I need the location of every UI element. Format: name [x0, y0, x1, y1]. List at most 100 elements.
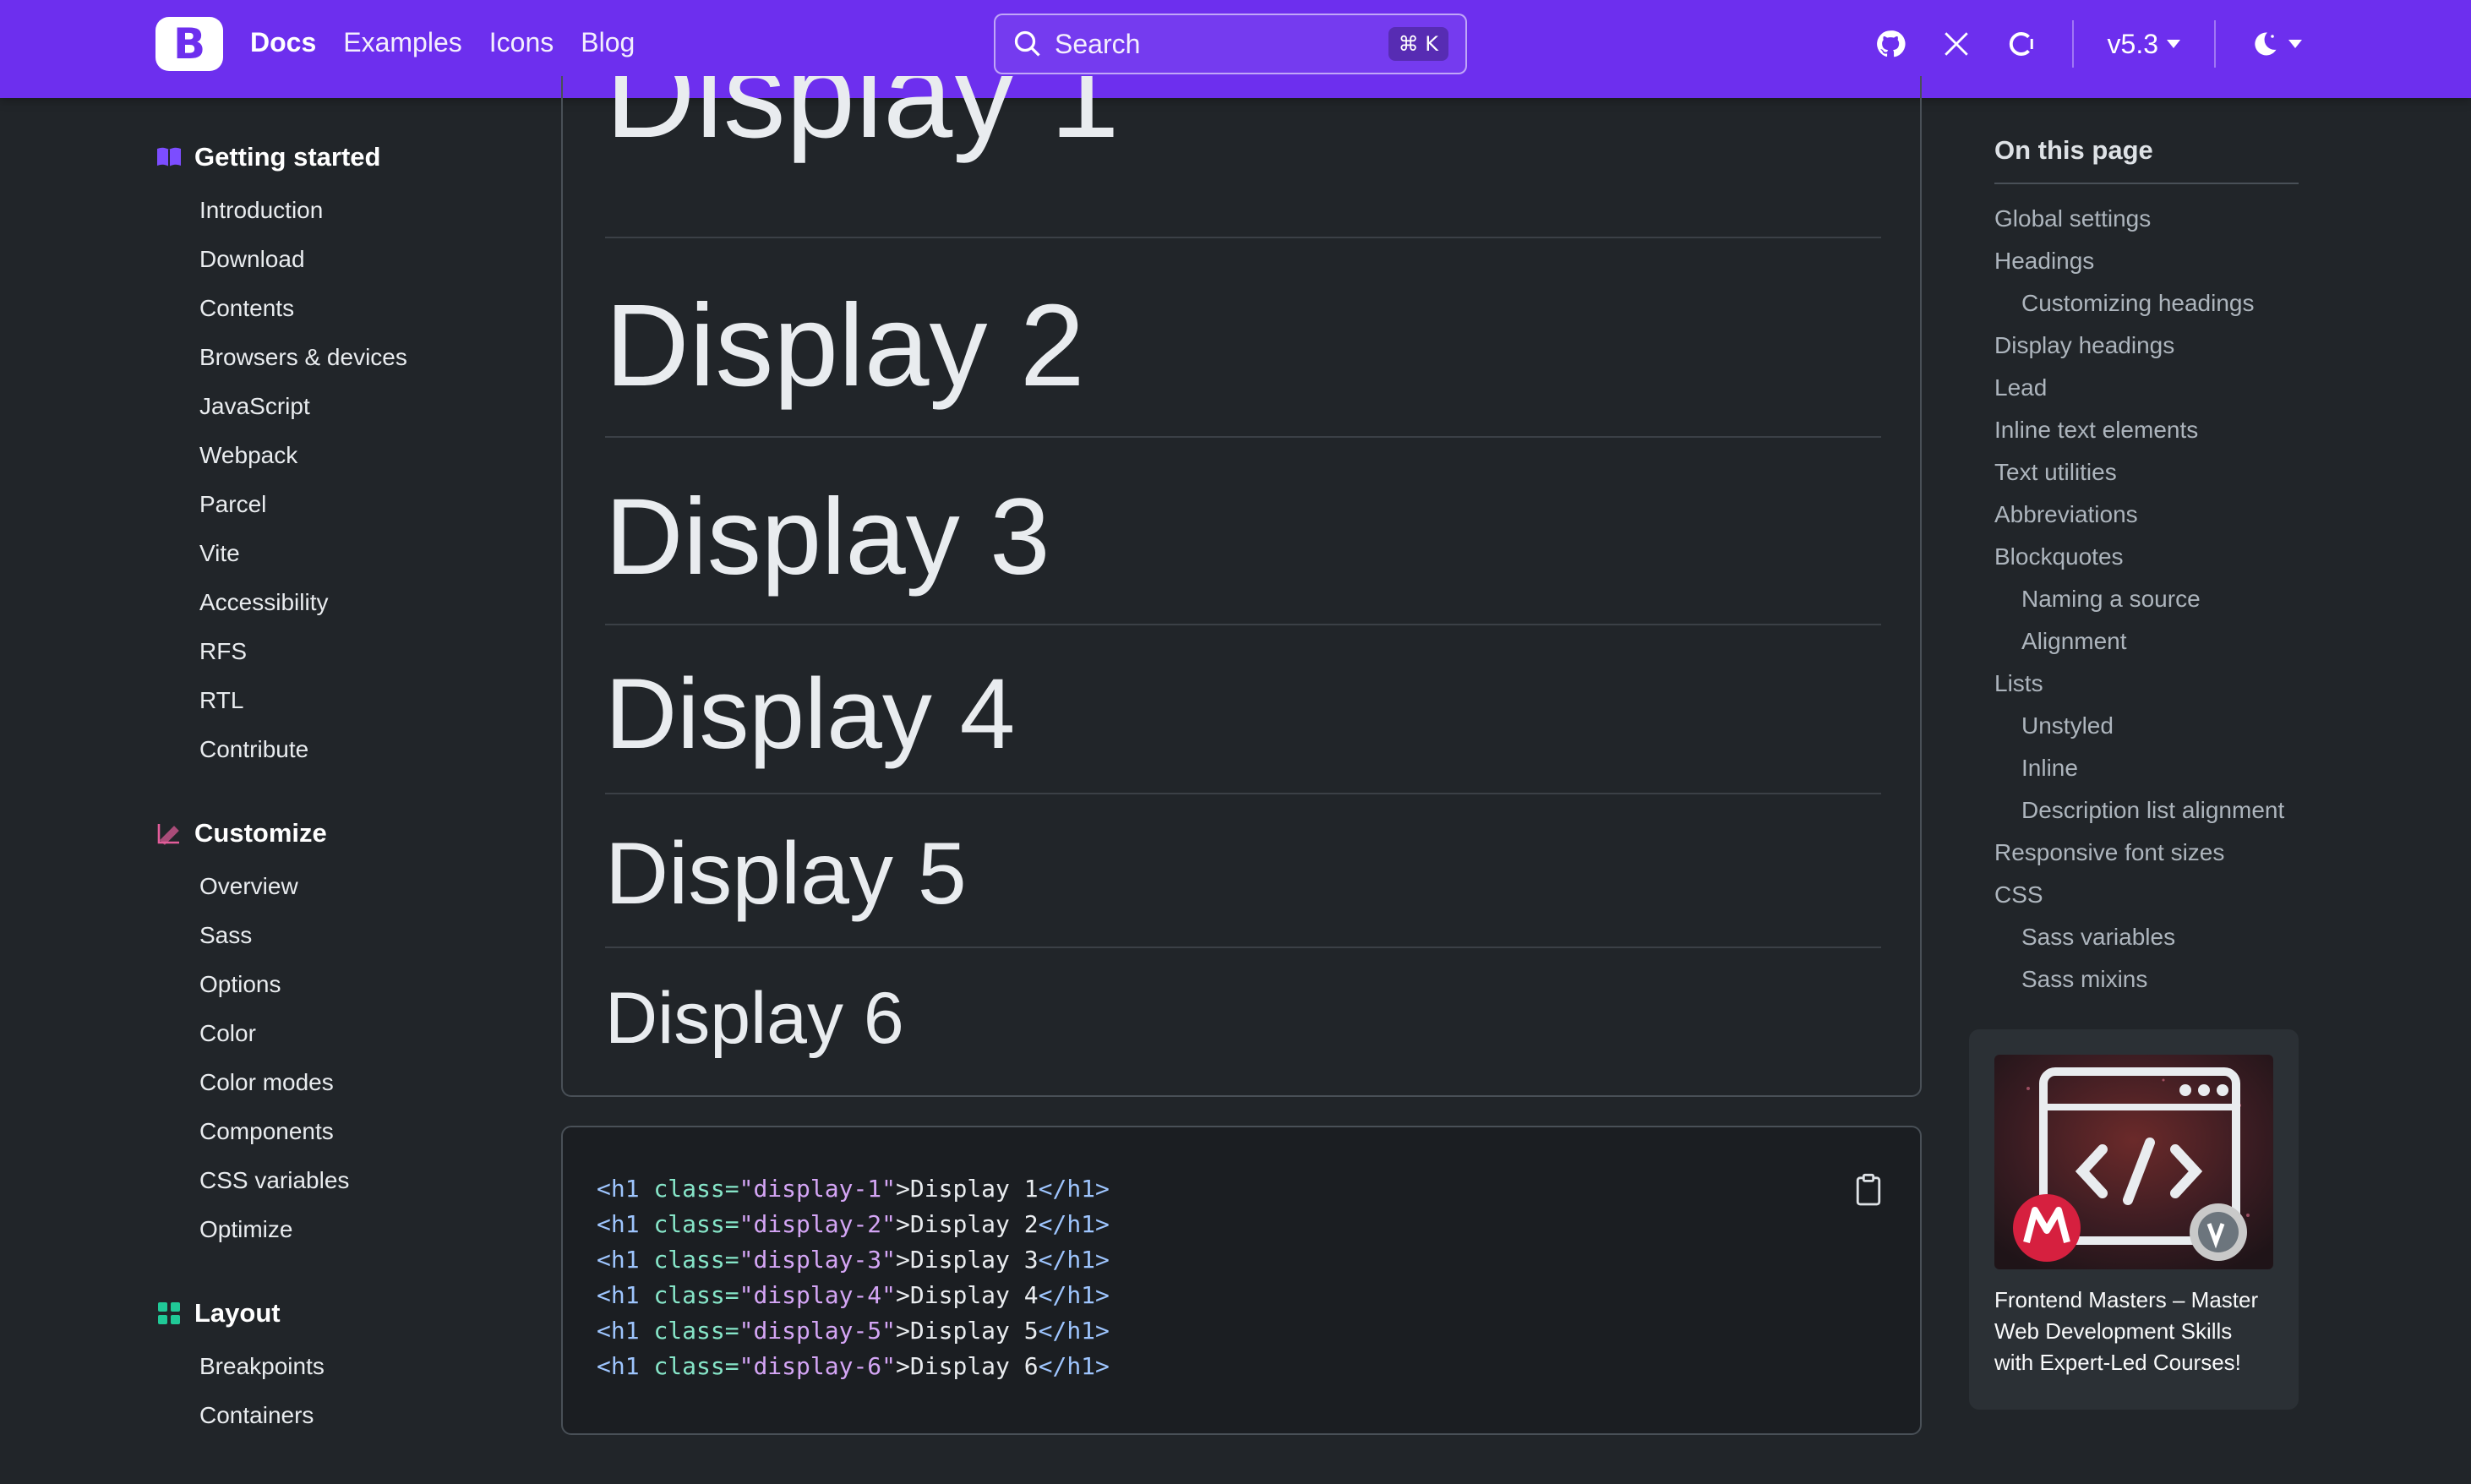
- sidebar-item-overview[interactable]: Overview: [199, 862, 510, 911]
- sidebar-group-header[interactable]: Getting started: [155, 142, 510, 172]
- sidebar-item-parcel[interactable]: Parcel: [199, 480, 510, 529]
- display-4-heading: Display 4: [605, 658, 1016, 770]
- toc-link-text-utilities[interactable]: Text utilities: [1994, 451, 2299, 494]
- sidebar-group-customize: Customize Overview Sass Options Color Color m…: [155, 818, 510, 1254]
- code-content[interactable]: <h1 class="display-1">Display 1</h1> <h1 …: [597, 1171, 1110, 1384]
- sidebar-item-sass[interactable]: Sass: [199, 911, 510, 960]
- sidebar-item-containers[interactable]: Containers: [199, 1391, 510, 1440]
- code-token: >Display 4: [896, 1281, 1039, 1309]
- sidebar-item-accessibility[interactable]: Accessibility: [199, 578, 510, 627]
- sidebar-item-download[interactable]: Download: [199, 235, 510, 284]
- code-token: >Display 5: [896, 1317, 1039, 1345]
- divider: [605, 624, 1881, 625]
- nav-link-icons[interactable]: Icons: [489, 27, 554, 58]
- code-token: <h1: [597, 1281, 640, 1309]
- ad-image[interactable]: [1994, 1055, 2273, 1269]
- sidebar-item-color[interactable]: Color: [199, 1009, 510, 1058]
- toc-link-css[interactable]: CSS: [1994, 874, 2299, 916]
- code-token: "display-4": [739, 1281, 897, 1309]
- nav-divider: [2071, 20, 2074, 68]
- sidebar-item-color-modes[interactable]: Color modes: [199, 1058, 510, 1107]
- grid-icon: [155, 1301, 183, 1326]
- sidebar-group-header[interactable]: Layout: [155, 1298, 510, 1329]
- toc-link-customizing-headings[interactable]: Customizing headings: [1994, 282, 2299, 325]
- search-shortcut: ⌘ K: [1388, 27, 1448, 61]
- sidebar-item-vite[interactable]: Vite: [199, 529, 510, 578]
- code-token: class=: [653, 1246, 739, 1274]
- github-icon[interactable]: [1874, 28, 1906, 60]
- toc-link-inline-text-elements[interactable]: Inline text elements: [1994, 409, 2299, 451]
- toc-link-blockquotes[interactable]: Blockquotes: [1994, 536, 2299, 578]
- clipboard-icon[interactable]: [1854, 1173, 1883, 1207]
- toc-link-unstyled[interactable]: Unstyled: [1994, 705, 2299, 747]
- sidebar-item-rfs[interactable]: RFS: [199, 627, 510, 676]
- code-token: "display-1": [739, 1175, 897, 1203]
- version-dropdown[interactable]: v5.3: [2108, 29, 2180, 60]
- toc-link-global-settings[interactable]: Global settings: [1994, 198, 2299, 240]
- code-token: >Display 2: [896, 1210, 1039, 1238]
- sponsor-ad[interactable]: Frontend Masters – Master Web Developmen…: [1969, 1029, 2299, 1410]
- sidebar-list: Breakpoints Containers: [155, 1342, 510, 1440]
- main-nav: Docs Examples Icons Blog: [250, 27, 635, 58]
- toc-link-sass-mixins[interactable]: Sass mixins: [1994, 958, 2299, 1001]
- code-token: class=: [653, 1352, 739, 1380]
- palette-icon: [155, 821, 183, 846]
- code-line: <h1 class="display-2">Display 2</h1>: [597, 1207, 1110, 1242]
- nav-right-group: v5.3: [1874, 17, 2302, 71]
- toc-link-responsive-font-sizes[interactable]: Responsive font sizes: [1994, 832, 2299, 874]
- toc-link-inline[interactable]: Inline: [1994, 747, 2299, 789]
- search-button[interactable]: Search ⌘ K: [994, 14, 1467, 74]
- sidebar-item-javascript[interactable]: JavaScript: [199, 382, 510, 431]
- nav-link-docs[interactable]: Docs: [250, 27, 316, 58]
- bootstrap-logo[interactable]: B: [155, 17, 223, 71]
- code-token: class=: [653, 1281, 739, 1309]
- sidebar-item-optimize[interactable]: Optimize: [199, 1205, 510, 1254]
- nav-divider: [2214, 20, 2216, 68]
- code-token: >Display 6: [896, 1352, 1039, 1380]
- opencollective-icon[interactable]: [2006, 28, 2038, 60]
- sidebar-item-rtl[interactable]: RTL: [199, 676, 510, 725]
- sidebar-item-browsers-devices[interactable]: Browsers & devices: [199, 333, 510, 382]
- toc-link-sass-variables[interactable]: Sass variables: [1994, 916, 2299, 958]
- sidebar-item-breakpoints[interactable]: Breakpoints: [199, 1342, 510, 1391]
- toc-link-headings[interactable]: Headings: [1994, 240, 2299, 282]
- code-token: "display-3": [739, 1246, 897, 1274]
- display-3-heading: Display 3: [605, 477, 1050, 597]
- sidebar-item-webpack[interactable]: Webpack: [199, 431, 510, 480]
- toc-link-naming-a-source[interactable]: Naming a source: [1994, 578, 2299, 620]
- sidebar-group-header[interactable]: Customize: [155, 818, 510, 848]
- ad-text[interactable]: Frontend Masters – Master Web Developmen…: [1994, 1285, 2273, 1378]
- toc-link-description-list-alignment[interactable]: Description list alignment: [1994, 789, 2299, 832]
- code-line: <h1 class="display-4">Display 4</h1>: [597, 1278, 1110, 1313]
- toc-link-lists[interactable]: Lists: [1994, 663, 2299, 705]
- code-token: <h1: [597, 1352, 640, 1380]
- code-token: "display-6": [739, 1352, 897, 1380]
- toc-link-lead[interactable]: Lead: [1994, 367, 2299, 409]
- divider: [605, 947, 1881, 948]
- code-token: </h1>: [1038, 1246, 1110, 1274]
- sidebar-item-contents[interactable]: Contents: [199, 284, 510, 333]
- sidebar-item-options[interactable]: Options: [199, 960, 510, 1009]
- toc-link-abbreviations[interactable]: Abbreviations: [1994, 494, 2299, 536]
- sidebar-item-contribute[interactable]: Contribute: [199, 725, 510, 774]
- code-line: <h1 class="display-3">Display 3</h1>: [597, 1242, 1110, 1278]
- toc-link-alignment[interactable]: Alignment: [1994, 620, 2299, 663]
- toc-title: On this page: [1994, 135, 2299, 184]
- x-icon[interactable]: [1940, 28, 1972, 60]
- sidebar-item-components[interactable]: Components: [199, 1107, 510, 1156]
- theme-toggle[interactable]: [2250, 29, 2302, 59]
- nav-link-examples[interactable]: Examples: [343, 27, 462, 58]
- toc-link-display-headings[interactable]: Display headings: [1994, 325, 2299, 367]
- sidebar-group-title: Layout: [194, 1298, 281, 1328]
- code-token: "display-2": [739, 1210, 897, 1238]
- nav-link-blog[interactable]: Blog: [581, 27, 635, 58]
- sidebar-item-css-variables[interactable]: CSS variables: [199, 1156, 510, 1205]
- code-token: </h1>: [1038, 1352, 1110, 1380]
- sidebar-item-introduction[interactable]: Introduction: [199, 186, 510, 235]
- code-token: </h1>: [1038, 1175, 1110, 1203]
